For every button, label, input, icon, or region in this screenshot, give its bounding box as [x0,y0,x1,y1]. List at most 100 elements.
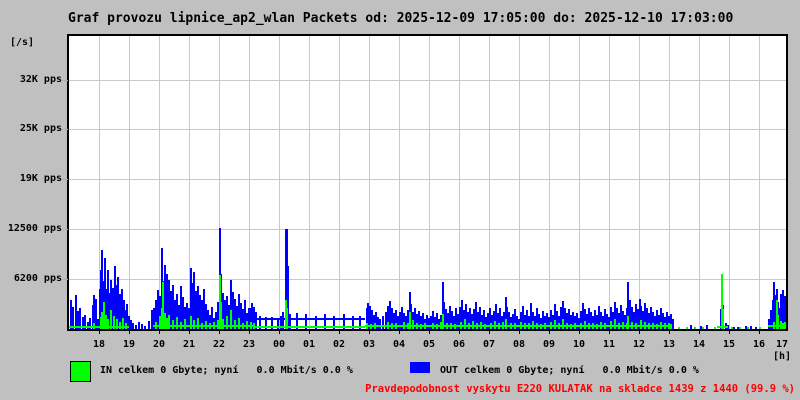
x-tick-mark [399,331,400,334]
in-spike [604,323,606,329]
in-spike [562,319,564,329]
grid-line-horizontal [69,80,786,81]
in-spike [286,308,288,329]
x-tick-label: 21 [182,339,196,350]
x-tick-label: 17 [775,339,789,350]
in-spike [484,324,486,329]
in-spike [648,323,650,329]
legend-out-swatch [410,362,430,373]
in-spike [176,317,178,329]
x-tick-label: 20 [152,339,166,350]
in-spike [494,321,496,329]
in-spike [391,323,393,329]
in-spike [432,323,434,329]
in-spike [412,320,414,329]
x-tick-label: 05 [422,339,436,350]
in-spike [618,323,620,329]
in-spike [773,322,775,329]
x-tick-mark [759,331,760,334]
in-spike [686,327,688,329]
in-spike [540,324,542,329]
in-spike [544,323,546,329]
in-spike [622,322,624,329]
in-spike [784,322,786,329]
out-spike [138,322,140,329]
in-spike [714,327,716,329]
x-tick-mark [459,331,460,334]
in-spike [119,322,121,329]
in-spike [113,316,115,329]
x-tick-label: 12 [632,339,646,350]
in-spike [370,324,372,329]
in-spike [201,323,203,329]
x-tick-mark [729,331,730,334]
in-spike [205,321,207,329]
x-tick-mark [309,331,310,334]
chart-title: Graf provozu lipnice_ap2_wlan Packets od… [68,11,734,26]
in-baseline [255,326,365,328]
x-tick-mark [429,331,430,334]
in-spike [420,324,422,329]
in-spike [574,323,576,329]
in-spike [566,323,568,329]
in-spike [660,322,662,329]
in-spike [122,318,124,329]
in-spike [246,321,248,329]
in-spike [193,320,195,329]
out-spike [141,324,143,329]
in-spike [664,323,666,329]
y-tick-mark [62,179,68,180]
in-spike [514,323,516,329]
in-spike [250,322,252,329]
in-spike [558,323,560,329]
in-spike [450,323,452,329]
x-tick-mark [579,331,580,334]
x-tick-label: 00 [272,339,286,350]
out-spike [733,327,735,329]
plot-area [67,34,788,331]
x-tick-label: 07 [482,339,496,350]
in-spike [184,319,186,329]
out-spike [672,319,674,329]
in-spike [670,324,672,329]
x-tick-label: 13 [662,339,676,350]
out-spike [382,316,384,329]
out-spike [379,319,381,329]
in-spike [739,327,741,329]
in-spike [387,322,389,329]
in-spike [631,322,633,329]
in-spike [395,323,397,329]
in-spike [366,323,368,329]
x-tick-mark [669,331,670,334]
in-spike [640,320,642,329]
in-spike [498,323,500,329]
in-spike [116,319,118,329]
in-spike [480,322,482,329]
in-spike [596,324,598,329]
in-spike [510,323,512,329]
in-spike [209,323,211,329]
x-tick-label: 14 [692,339,706,350]
x-tick-mark [189,331,190,334]
in-spike [180,322,182,329]
in-spike [777,315,779,329]
in-spike [490,323,492,329]
in-spike [464,319,466,329]
in-spike [416,323,418,329]
y-tick-label: 25K pps [19,123,62,134]
out-spike [144,326,146,329]
grid-line-horizontal [69,129,786,130]
in-spike [722,309,724,329]
legend-in-label: IN celkem 0 Gbyte; nyní 0.0 Mbit/s 0.0 % [100,365,353,376]
x-tick-mark [99,331,100,334]
out-spike [135,325,137,329]
in-spike [678,327,680,329]
y-tick-mark [62,279,68,280]
out-spike [755,327,757,329]
in-spike [253,323,255,329]
legend-out-label: OUT celkem 0 Gbyte; nyní 0.0 Mbit/s 0.0 … [440,365,699,376]
x-tick-label: 23 [242,339,256,350]
x-tick-label: 15 [722,339,736,350]
in-spike [600,322,602,329]
x-tick-label: 18 [92,339,106,350]
